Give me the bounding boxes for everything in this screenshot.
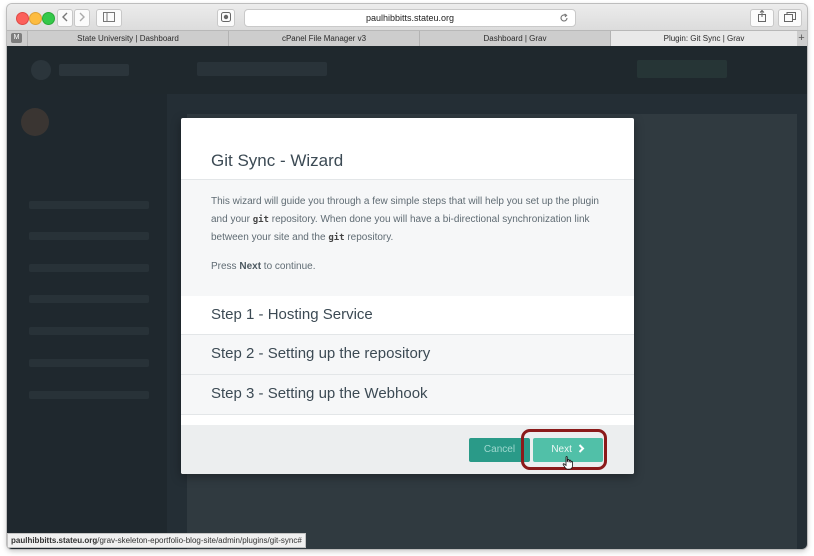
continue-hint: Press Next to continue. bbox=[211, 261, 316, 272]
reader-icon bbox=[221, 12, 231, 22]
tab-git-sync-plugin[interactable]: Plugin: Git Sync | Grav bbox=[610, 31, 797, 46]
back-button[interactable] bbox=[57, 9, 73, 27]
hand-cursor-icon bbox=[562, 456, 573, 470]
minimize-window-button[interactable] bbox=[29, 12, 42, 25]
intro-text: This wizard will guide you through a few… bbox=[211, 196, 599, 243]
share-button[interactable] bbox=[750, 9, 774, 27]
tab-cpanel[interactable]: cPanel File Manager v3 bbox=[228, 31, 419, 46]
sidebar-icon bbox=[103, 12, 115, 22]
url-text: paulhibbitts.stateu.org bbox=[365, 13, 455, 23]
step-setting-up-repository[interactable]: Step 2 - Setting up the repository bbox=[181, 335, 634, 374]
status-bar-link-preview: paulhibbitts.stateu.org/grav-skeleton-ep… bbox=[7, 533, 306, 548]
tab-bar: M State University | Dashboard cPanel Fi… bbox=[7, 30, 807, 47]
reload-icon[interactable] bbox=[559, 13, 569, 23]
tabs-icon bbox=[784, 12, 796, 22]
chevron-left-icon bbox=[62, 12, 68, 22]
tabs-overview-button[interactable] bbox=[778, 9, 802, 27]
reader-button[interactable] bbox=[217, 9, 235, 27]
git-sync-wizard-modal: Git Sync - Wizard This wizard will guide… bbox=[181, 118, 634, 474]
step-hosting-service[interactable]: Step 1 - Hosting Service bbox=[181, 296, 634, 335]
share-icon bbox=[758, 9, 766, 22]
step-setting-up-webhook[interactable]: Step 3 - Setting up the Webhook bbox=[181, 375, 634, 414]
tab-grav-dashboard[interactable]: Dashboard | Grav bbox=[419, 31, 610, 46]
sidebar-toggle-button[interactable] bbox=[96, 9, 122, 27]
new-tab-icon[interactable]: + bbox=[796, 31, 807, 46]
tab-state-university[interactable]: State University | Dashboard bbox=[27, 31, 228, 46]
pinned-tab-icon[interactable]: M bbox=[11, 33, 22, 43]
modal-title: Git Sync - Wizard bbox=[211, 151, 344, 170]
chevron-right-icon bbox=[79, 12, 85, 22]
zoom-window-button[interactable] bbox=[42, 12, 55, 25]
forward-button[interactable] bbox=[74, 9, 90, 27]
title-bar: paulhibbitts.stateu.org bbox=[7, 4, 807, 30]
close-window-button[interactable] bbox=[16, 12, 29, 25]
divider bbox=[181, 414, 634, 415]
address-bar[interactable]: paulhibbitts.stateu.org bbox=[244, 9, 576, 27]
